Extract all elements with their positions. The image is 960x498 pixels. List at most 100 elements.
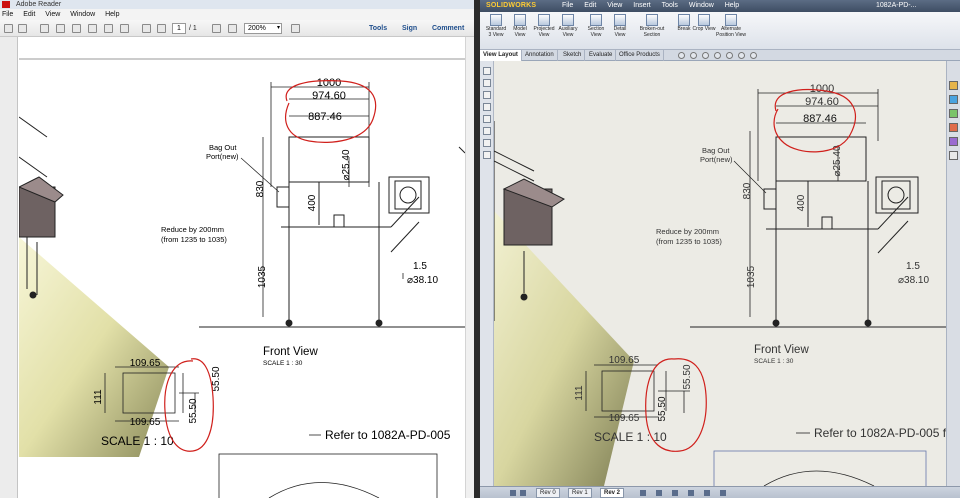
sw-menu-file[interactable]: File bbox=[562, 2, 573, 9]
hide-show-items-icon[interactable] bbox=[750, 52, 757, 59]
section-view-label: Section View bbox=[587, 26, 605, 38]
tab-office-products[interactable]: Office Products bbox=[616, 50, 664, 61]
custom-properties-icon[interactable] bbox=[949, 151, 958, 160]
projected-view-button[interactable]: Projected View bbox=[532, 14, 556, 38]
sw-front-view-scale: SCALE 1 : 30 bbox=[754, 358, 794, 365]
sw-menu-view[interactable]: View bbox=[607, 2, 622, 9]
sw-refer-note: Refer to 1082A-PD-005 fo bbox=[814, 426, 946, 440]
save-icon[interactable] bbox=[56, 24, 65, 33]
zoom-select[interactable]: 200% ▾ bbox=[244, 23, 282, 34]
sw-menu-edit[interactable]: Edit bbox=[584, 2, 596, 9]
auxiliary-view-button[interactable]: Auxiliary View bbox=[556, 14, 580, 38]
share-icon[interactable] bbox=[104, 24, 113, 33]
sw-detail-right-a: 55.50 bbox=[682, 364, 693, 389]
sign-button[interactable]: Sign bbox=[402, 23, 417, 34]
display-manager-icon[interactable] bbox=[483, 115, 491, 123]
reader-menu-view[interactable]: View bbox=[45, 11, 60, 18]
comment-button[interactable]: Comment bbox=[432, 23, 464, 34]
standard-3-view-button[interactable]: Standard 3 View bbox=[484, 14, 508, 38]
view-orientation-icon[interactable] bbox=[726, 52, 733, 59]
tab-annotation[interactable]: Annotation bbox=[522, 50, 558, 61]
section-view-hud-icon[interactable] bbox=[714, 52, 721, 59]
sw-dim-mid: 974.60 bbox=[805, 96, 839, 108]
view-palette-icon[interactable] bbox=[949, 123, 958, 132]
sw-dim-1-5: 1.5 bbox=[906, 261, 920, 272]
first-sheet-icon[interactable] bbox=[510, 490, 516, 496]
reader-menu-edit[interactable]: Edit bbox=[23, 11, 35, 18]
sw-dim-diameter-bottom: ⌀38.10 bbox=[898, 275, 929, 286]
tab-view-layout[interactable]: View Layout bbox=[480, 50, 522, 61]
sw-menu-help[interactable]: Help bbox=[725, 2, 739, 9]
sheet-icon[interactable] bbox=[483, 127, 491, 135]
zoom-out-icon[interactable] bbox=[212, 24, 221, 33]
reader-menu-help[interactable]: Help bbox=[105, 11, 119, 18]
drawing-view-icon[interactable] bbox=[483, 139, 491, 147]
detail-scale: SCALE 1 : 10 bbox=[101, 434, 174, 448]
sheet-tab-rev-1[interactable]: Rev 1 bbox=[568, 488, 592, 498]
reduce-note-1: Reduce by 200mm bbox=[161, 225, 224, 234]
configuration-manager-icon[interactable] bbox=[483, 91, 491, 99]
zoom-in-icon[interactable] bbox=[228, 24, 237, 33]
fit-page-icon[interactable] bbox=[291, 24, 300, 33]
tab-sketch[interactable]: Sketch bbox=[560, 50, 586, 61]
sw-bag-out-label-1: Bag Out bbox=[702, 146, 730, 155]
broken-out-section-button[interactable]: Broken-out Section bbox=[636, 14, 668, 38]
zoom-to-area-icon[interactable] bbox=[690, 52, 697, 59]
sw-menu-tools[interactable]: Tools bbox=[662, 2, 678, 9]
status-tool-3-icon[interactable] bbox=[672, 490, 678, 496]
display-style-icon[interactable] bbox=[738, 52, 745, 59]
annotations-icon[interactable] bbox=[483, 151, 491, 159]
status-tool-2-icon[interactable] bbox=[656, 490, 662, 496]
email-icon[interactable] bbox=[88, 24, 97, 33]
reader-menu-file[interactable]: File bbox=[2, 11, 13, 18]
prev-sheet-icon[interactable] bbox=[520, 490, 526, 496]
reader-menu-window[interactable]: Window bbox=[70, 11, 95, 18]
reader-navigation-pane[interactable] bbox=[0, 37, 18, 498]
sw-menu-window[interactable]: Window bbox=[689, 2, 714, 9]
status-tool-4-icon[interactable] bbox=[688, 490, 694, 496]
status-tool-5-icon[interactable] bbox=[704, 490, 710, 496]
dimxpert-icon[interactable] bbox=[483, 103, 491, 111]
tools-button[interactable]: Tools bbox=[369, 23, 387, 34]
appearances-icon[interactable] bbox=[949, 137, 958, 146]
property-manager-icon[interactable] bbox=[483, 79, 491, 87]
zoom-to-fit-icon[interactable] bbox=[678, 52, 685, 59]
page-number-input[interactable]: 1 bbox=[172, 23, 186, 34]
dim-diameter-bottom: ⌀38.10 bbox=[407, 275, 438, 286]
print-icon[interactable] bbox=[72, 24, 81, 33]
sw-detail-left: 111 bbox=[574, 385, 585, 401]
crop-view-button[interactable]: Crop View bbox=[692, 14, 716, 33]
prev-page-icon[interactable] bbox=[142, 24, 151, 33]
status-tool-1-icon[interactable] bbox=[640, 490, 646, 496]
sheet-tab-rev-2[interactable]: Rev 2 bbox=[600, 488, 625, 498]
section-view-button[interactable]: Section View bbox=[584, 14, 608, 38]
status-tool-6-icon[interactable] bbox=[720, 490, 726, 496]
model-view-button[interactable]: Model View bbox=[508, 14, 532, 38]
sw-detail-top: 109.65 bbox=[609, 355, 640, 366]
sw-drawing: 1000 974.60 887.46 830 400 ⌀25.40 1035 1… bbox=[494, 83, 946, 486]
resources-icon[interactable] bbox=[949, 81, 958, 90]
next-page-icon[interactable] bbox=[157, 24, 166, 33]
sw-lower-view-box bbox=[713, 450, 927, 486]
alternate-position-view-button[interactable]: Alternate Position View bbox=[716, 14, 746, 38]
feature-tree-icon[interactable] bbox=[483, 67, 491, 75]
detail-view-button[interactable]: Detail View bbox=[608, 14, 632, 38]
design-library-icon[interactable] bbox=[949, 95, 958, 104]
previous-view-icon[interactable] bbox=[702, 52, 709, 59]
adobe-reader-window: Adobe Reader File Edit View Window Help … bbox=[0, 0, 474, 498]
file-explorer-icon[interactable] bbox=[949, 109, 958, 118]
zoom-value: 200% bbox=[248, 25, 266, 32]
sw-graphics-area[interactable]: 1000 974.60 887.46 830 400 ⌀25.40 1035 1… bbox=[494, 61, 946, 486]
open-icon[interactable] bbox=[40, 24, 49, 33]
reader-document-area[interactable]: 1000 974.60 887.46 830 400 ⌀25.40 1035 1… bbox=[19, 37, 465, 498]
reader-vertical-scrollbar[interactable] bbox=[465, 37, 474, 498]
sheet-tab-rev-0[interactable]: Rev 0 bbox=[536, 488, 560, 498]
tab-evaluate[interactable]: Evaluate bbox=[586, 50, 617, 61]
sw-menu-insert[interactable]: Insert bbox=[633, 2, 651, 9]
auxiliary-view-label: Auxiliary View bbox=[558, 26, 578, 38]
bag-out-label-1: Bag Out bbox=[209, 143, 237, 152]
sw-feature-manager-strip bbox=[480, 61, 494, 488]
comment-tool-icon[interactable] bbox=[120, 24, 129, 33]
sidebar-toggle-icon[interactable] bbox=[4, 24, 13, 33]
create-icon[interactable] bbox=[18, 24, 27, 33]
